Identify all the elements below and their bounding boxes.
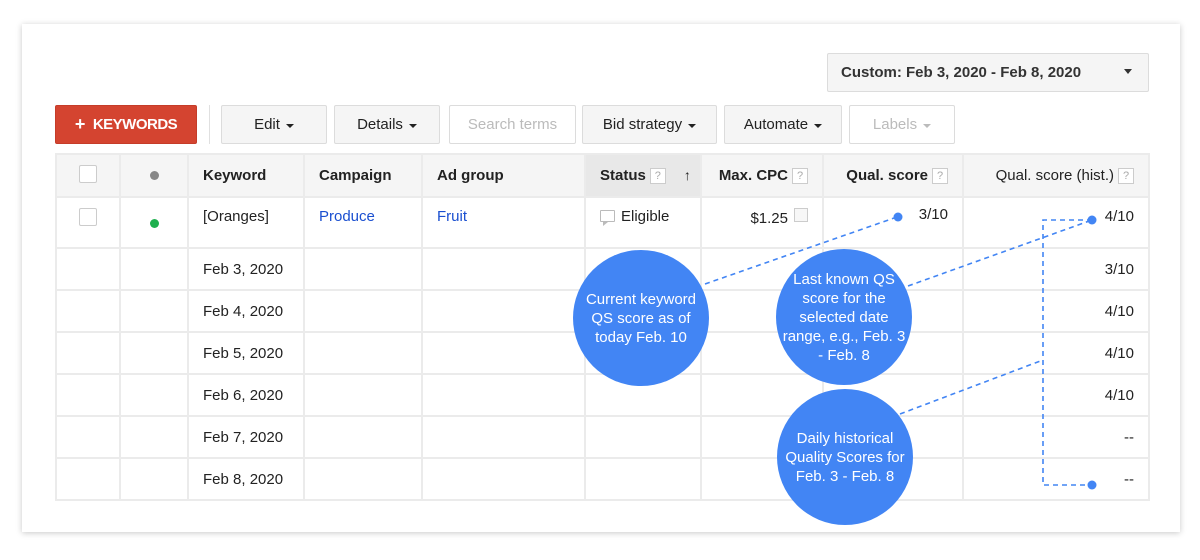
table-header-row: Keyword Campaign Ad group Status? ↑ Max. …: [55, 153, 1150, 198]
bid-strategy-label: Bid strategy: [602, 116, 683, 133]
callout-daily-qs: Daily historical Quality Scores for Feb.…: [777, 389, 913, 525]
row-status-cell: [119, 196, 189, 249]
chevron-down-icon: [814, 123, 823, 128]
col-qual-score-hist[interactable]: Qual. score (hist.)?: [962, 153, 1150, 198]
date-cell: Feb 3, 2020: [187, 247, 305, 291]
col-campaign[interactable]: Campaign: [303, 153, 423, 198]
select-all-checkbox[interactable]: [79, 164, 97, 183]
search-terms-label: Search terms: [467, 116, 558, 133]
select-all-cell: [55, 153, 121, 198]
add-keywords-label: KEYWORDS: [92, 116, 178, 133]
date-range-label: Custom: Feb 3, 2020 - Feb 8, 2020: [841, 64, 1082, 81]
date-cell: Feb 7, 2020: [187, 415, 305, 459]
chevron-down-icon: [408, 123, 417, 128]
chevron-down-icon: [285, 123, 294, 128]
qual-score-hist-cell: --: [962, 457, 1150, 501]
add-keywords-button[interactable]: + KEYWORDS: [55, 105, 197, 144]
qual-score-hist-cell: 4/10: [962, 331, 1150, 375]
table-row: Feb 7, 2020 --: [55, 415, 1150, 459]
enabled-status-icon: [149, 219, 159, 228]
col-max-cpc[interactable]: Max. CPC?: [700, 153, 824, 198]
col-qual-score-hist-label: Qual. score (hist.): [995, 167, 1114, 184]
edit-label: Edit: [254, 116, 280, 133]
ad-group-cell: Fruit: [421, 196, 586, 249]
labels-label: Labels: [872, 116, 918, 133]
col-qual-score[interactable]: Qual. score?: [822, 153, 964, 198]
callout-last-known-text: Last known QS score for the selected dat…: [782, 270, 906, 364]
col-max-cpc-label: Max. CPC: [718, 167, 788, 184]
chevron-down-icon: [688, 123, 697, 128]
labels-button[interactable]: Labels: [849, 105, 955, 144]
chevron-down-icon: [923, 123, 932, 128]
qual-score-hist-cell: 4/10: [962, 196, 1150, 249]
max-cpc-cell: $1.25: [700, 196, 824, 249]
keyword-cell: [Oranges]: [187, 196, 305, 249]
table-row: Feb 6, 2020 4/10: [55, 373, 1150, 417]
col-status[interactable]: Status? ↑: [584, 153, 702, 198]
speech-bubble-icon[interactable]: [600, 210, 615, 226]
campaign-link[interactable]: Produce: [319, 208, 375, 225]
qual-score-hist-cell: 4/10: [962, 289, 1150, 333]
date-range-selector[interactable]: Custom: Feb 3, 2020 - Feb 8, 2020: [827, 53, 1149, 92]
details-label: Details: [357, 116, 403, 133]
details-button[interactable]: Details: [334, 105, 440, 144]
row-select-cell: [55, 196, 121, 249]
table-row: Feb 8, 2020 --: [55, 457, 1150, 501]
callout-current-text: Current keyword QS score as of today Feb…: [585, 290, 697, 346]
ad-group-link[interactable]: Fruit: [437, 208, 467, 225]
col-status-label: Status: [600, 167, 646, 184]
campaign-cell: Produce: [303, 196, 423, 249]
col-qual-score-label: Qual. score: [846, 167, 928, 184]
status-text: Eligible: [621, 208, 670, 225]
qual-score-cell: 3/10: [822, 196, 964, 249]
status-dot-header: [119, 153, 189, 198]
status-dot-icon: [149, 171, 159, 180]
col-keyword[interactable]: Keyword: [187, 153, 305, 198]
toolbar-divider: [209, 105, 210, 144]
plus-icon: +: [74, 114, 86, 134]
callout-last-known-qs: Last known QS score for the selected dat…: [776, 249, 912, 385]
max-cpc-value[interactable]: $1.25: [750, 210, 788, 227]
help-icon[interactable]: ?: [1118, 168, 1134, 184]
bid-strategy-button[interactable]: Bid strategy: [582, 105, 717, 144]
help-icon[interactable]: ?: [932, 168, 948, 184]
status-cell: Eligible: [584, 196, 702, 249]
chart-icon[interactable]: [794, 208, 808, 222]
row-checkbox[interactable]: [79, 208, 97, 226]
automate-button[interactable]: Automate: [724, 105, 842, 144]
chevron-down-icon: [1124, 69, 1132, 74]
qual-score-hist-cell: 4/10: [962, 373, 1150, 417]
date-cell: Feb 5, 2020: [187, 331, 305, 375]
qual-score-hist-cell: --: [962, 415, 1150, 459]
edit-button[interactable]: Edit: [221, 105, 327, 144]
callout-current-qs: Current keyword QS score as of today Feb…: [573, 250, 709, 386]
col-ad-group[interactable]: Ad group: [421, 153, 586, 198]
help-icon[interactable]: ?: [792, 168, 808, 184]
callout-daily-text: Daily historical Quality Scores for Feb.…: [785, 429, 905, 485]
date-cell: Feb 8, 2020: [187, 457, 305, 501]
automate-label: Automate: [743, 116, 809, 133]
search-terms-button[interactable]: Search terms: [449, 105, 576, 144]
date-cell: Feb 4, 2020: [187, 289, 305, 333]
table-row: [Oranges] Produce Fruit Eligible $1.25 3…: [55, 196, 1150, 249]
date-cell: Feb 6, 2020: [187, 373, 305, 417]
sort-ascending-icon[interactable]: ↑: [684, 167, 691, 183]
qual-score-hist-cell: 3/10: [962, 247, 1150, 291]
help-icon[interactable]: ?: [649, 168, 666, 184]
